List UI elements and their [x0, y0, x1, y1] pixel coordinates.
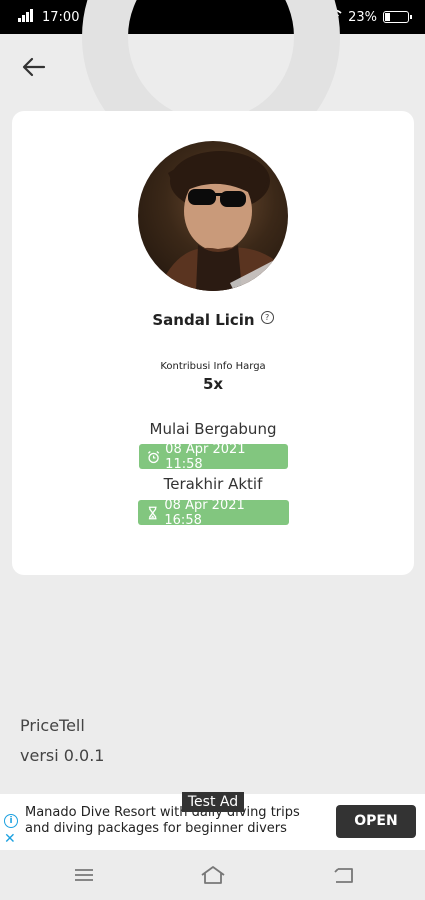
alarm-clock-icon: [147, 450, 160, 463]
join-date: 08 Apr 2021 11:58: [165, 441, 246, 472]
active-date: 08 Apr 2021 16:58: [164, 497, 245, 528]
join-date-badge: 08 Apr 2021 11:58: [139, 441, 288, 472]
ad-open-button[interactable]: OPEN: [336, 805, 416, 838]
hourglass-icon: [148, 506, 157, 519]
back-button[interactable]: [18, 52, 50, 82]
battery-icon: [383, 11, 412, 23]
navigation-bar: [0, 850, 425, 900]
question-circle-icon[interactable]: ?: [260, 310, 274, 324]
avatar: [138, 141, 288, 291]
username: Sandal Licin: [152, 311, 255, 329]
app-version: versi 0.0.1: [20, 746, 105, 765]
menu-icon[interactable]: [70, 864, 98, 886]
back-icon[interactable]: [330, 864, 358, 886]
status-time: 17:00: [42, 9, 80, 25]
contribution-value: 5x: [202, 375, 224, 393]
signal-icon: [18, 8, 36, 26]
status-left: 17:00: [18, 8, 80, 26]
active-date-badge: 08 Apr 2021 16:58: [138, 497, 289, 528]
ad-close-icon[interactable]: ✕: [4, 832, 16, 846]
battery-fill: [385, 13, 390, 21]
contribution-label: Kontribusi Info Harga: [160, 361, 266, 372]
ad-text[interactable]: Manado Dive Resort with daily diving tri…: [25, 805, 325, 837]
username-row: Sandal Licin ?: [12, 310, 414, 329]
ad-banner[interactable]: i ✕ Manado Dive Resort with daily diving…: [0, 792, 425, 850]
join-label: Mulai Bergabung: [149, 420, 277, 438]
arrow-left-icon: [22, 57, 46, 77]
profile-card: Sandal Licin ? Kontribusi Info Harga 5x …: [12, 111, 414, 575]
app-name: PriceTell: [20, 716, 85, 735]
battery-percent: 23%: [348, 9, 377, 25]
ad-info-icon[interactable]: i: [4, 814, 18, 828]
active-label: Terakhir Aktif: [163, 475, 263, 493]
ad-tag: Test Ad: [182, 792, 244, 812]
home-icon[interactable]: [199, 864, 227, 886]
